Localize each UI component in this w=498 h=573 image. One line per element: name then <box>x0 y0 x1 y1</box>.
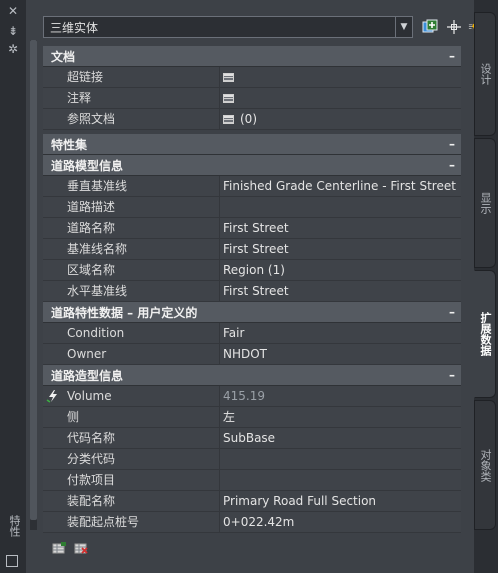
property-value[interactable]: (0) <box>220 109 461 129</box>
property-value[interactable]: SubBase <box>220 428 461 448</box>
property-value[interactable]: 左 <box>220 407 461 427</box>
property-name: 代码名称 <box>61 428 220 448</box>
autohide-icon[interactable]: ⇟ <box>5 24 21 38</box>
property-value[interactable]: First Street <box>220 239 461 259</box>
property-row[interactable]: 水平基准线 First Street <box>43 281 461 302</box>
tab-extended-data[interactable]: 扩展数据 <box>474 270 496 398</box>
palette-title: 特性 <box>8 515 21 537</box>
property-row[interactable]: 垂直基准线 Finished Grade Centerline - First … <box>43 176 461 197</box>
property-name: 基准线名称 <box>61 239 220 259</box>
property-row[interactable]: 道路名称 First Street <box>43 218 461 239</box>
table-icon[interactable] <box>223 114 234 124</box>
property-name: 注释 <box>61 88 220 108</box>
scroll-thumb[interactable] <box>30 40 37 520</box>
properties-panel: 三维实体 ▼ 文档 – 超链接 注释 参照文档 (0) 特性集 – 道路模型信息… <box>26 0 476 573</box>
property-name: 装配名称 <box>61 491 220 511</box>
property-name: 超链接 <box>61 67 220 87</box>
category-label: 道路造型信息 <box>51 368 124 383</box>
category-document[interactable]: 文档 – <box>43 46 461 67</box>
property-grid: 文档 – 超链接 注释 参照文档 (0) 特性集 – 道路模型信息 – 垂直基准… <box>43 46 461 534</box>
property-row[interactable]: 道路描述 <box>43 197 461 218</box>
property-value[interactable] <box>220 67 461 87</box>
property-value[interactable]: 0+022.42m <box>220 512 461 532</box>
property-name: Owner <box>61 344 220 364</box>
property-value[interactable]: Primary Road Full Section <box>220 491 461 511</box>
property-name: Condition <box>61 323 220 343</box>
close-icon[interactable]: ✕ <box>5 4 21 18</box>
property-row[interactable]: 分类代码 <box>43 449 461 470</box>
remove-property-set-icon[interactable] <box>74 542 88 554</box>
tab-display[interactable]: 显示 <box>474 138 496 268</box>
category-label: 道路模型信息 <box>51 158 124 173</box>
property-value[interactable]: Finished Grade Centerline - First Street <box>220 176 461 196</box>
property-row[interactable]: Owner NHDOT <box>43 344 461 365</box>
property-value[interactable]: Region (1) <box>220 260 461 280</box>
property-row[interactable]: 基准线名称 First Street <box>43 239 461 260</box>
property-row[interactable]: 超链接 <box>43 67 461 88</box>
property-name: 水平基准线 <box>61 281 220 301</box>
tab-label: 显示 <box>479 192 492 214</box>
property-name: Volume <box>61 386 220 406</box>
palette-options-icon[interactable] <box>6 555 18 567</box>
property-name: 区域名称 <box>61 260 220 280</box>
add-property-set-icon[interactable] <box>52 542 66 554</box>
tab-object-class[interactable]: 对象类 <box>474 400 496 530</box>
category-property-sets[interactable]: 特性集 – <box>43 134 461 155</box>
table-icon[interactable] <box>223 93 234 103</box>
collapse-icon[interactable]: – <box>449 155 455 175</box>
category-corridor-shape-info[interactable]: 道路造型信息 – <box>43 365 461 386</box>
property-name: 装配起点桩号 <box>61 512 220 532</box>
property-value[interactable] <box>220 88 461 108</box>
property-value: 415.19 <box>223 389 265 403</box>
property-row[interactable]: 注释 <box>43 88 461 109</box>
tab-label: 设计 <box>479 63 492 85</box>
palette-title-strip: ✕ ⇟ ✲ 特性 <box>0 0 27 573</box>
property-value[interactable]: Fair <box>220 323 461 343</box>
property-value[interactable] <box>220 197 461 217</box>
tab-design[interactable]: 设计 <box>474 12 496 136</box>
category-label: 道路特性数据 – 用户定义的 <box>51 305 198 320</box>
property-name: 道路描述 <box>61 197 220 217</box>
property-row[interactable]: 装配名称 Primary Road Full Section <box>43 491 461 512</box>
property-value[interactable] <box>220 449 461 469</box>
property-name: 侧 <box>61 407 220 427</box>
property-name: 垂直基准线 <box>61 176 220 196</box>
tab-label: 对象类 <box>479 448 492 482</box>
property-row[interactable]: 付款项目 <box>43 470 461 491</box>
property-row[interactable]: 参照文档 (0) <box>43 109 461 130</box>
category-corridor-model-info[interactable]: 道路模型信息 – <box>43 155 461 176</box>
property-row[interactable]: 代码名称 SubBase <box>43 428 461 449</box>
crosshair-select-icon[interactable] <box>444 17 464 37</box>
property-row[interactable]: 侧 左 <box>43 407 461 428</box>
property-name: 参照文档 <box>61 109 220 129</box>
vertical-scrollbar[interactable] <box>30 40 37 530</box>
lightning-bolt-icon <box>46 390 57 403</box>
object-type-dropdown[interactable]: 三维实体 ▼ <box>43 16 413 38</box>
property-value[interactable] <box>220 470 461 490</box>
category-corridor-property-data[interactable]: 道路特性数据 – 用户定义的 – <box>43 302 461 323</box>
object-type-value: 三维实体 <box>50 20 99 35</box>
table-icon[interactable] <box>223 72 234 82</box>
property-value[interactable]: NHDOT <box>220 344 461 364</box>
chevron-down-icon[interactable]: ▼ <box>395 17 412 37</box>
collapse-icon[interactable]: – <box>449 134 455 154</box>
property-row[interactable]: Volume 415.19 <box>43 386 461 407</box>
category-label: 特性集 <box>51 137 88 152</box>
property-name: 分类代码 <box>61 449 220 469</box>
properties-menu-icon[interactable]: ✲ <box>5 42 21 56</box>
tab-label: 扩展数据 <box>479 312 492 356</box>
property-value[interactable]: First Street <box>220 281 461 301</box>
collapse-icon[interactable]: – <box>449 46 455 66</box>
collapse-icon[interactable]: – <box>449 365 455 385</box>
select-objects-plus-icon[interactable] <box>420 17 440 37</box>
palette-tabs: 设计 显示 扩展数据 对象类 <box>474 0 498 573</box>
property-row[interactable]: Condition Fair <box>43 323 461 344</box>
category-label: 文档 <box>51 49 76 64</box>
property-row[interactable]: 装配起点桩号 0+022.42m <box>43 512 461 533</box>
property-name: 付款项目 <box>61 470 220 490</box>
property-row[interactable]: 区域名称 Region (1) <box>43 260 461 281</box>
property-value[interactable]: First Street <box>220 218 461 238</box>
collapse-icon[interactable]: – <box>449 302 455 322</box>
property-name: 道路名称 <box>61 218 220 238</box>
